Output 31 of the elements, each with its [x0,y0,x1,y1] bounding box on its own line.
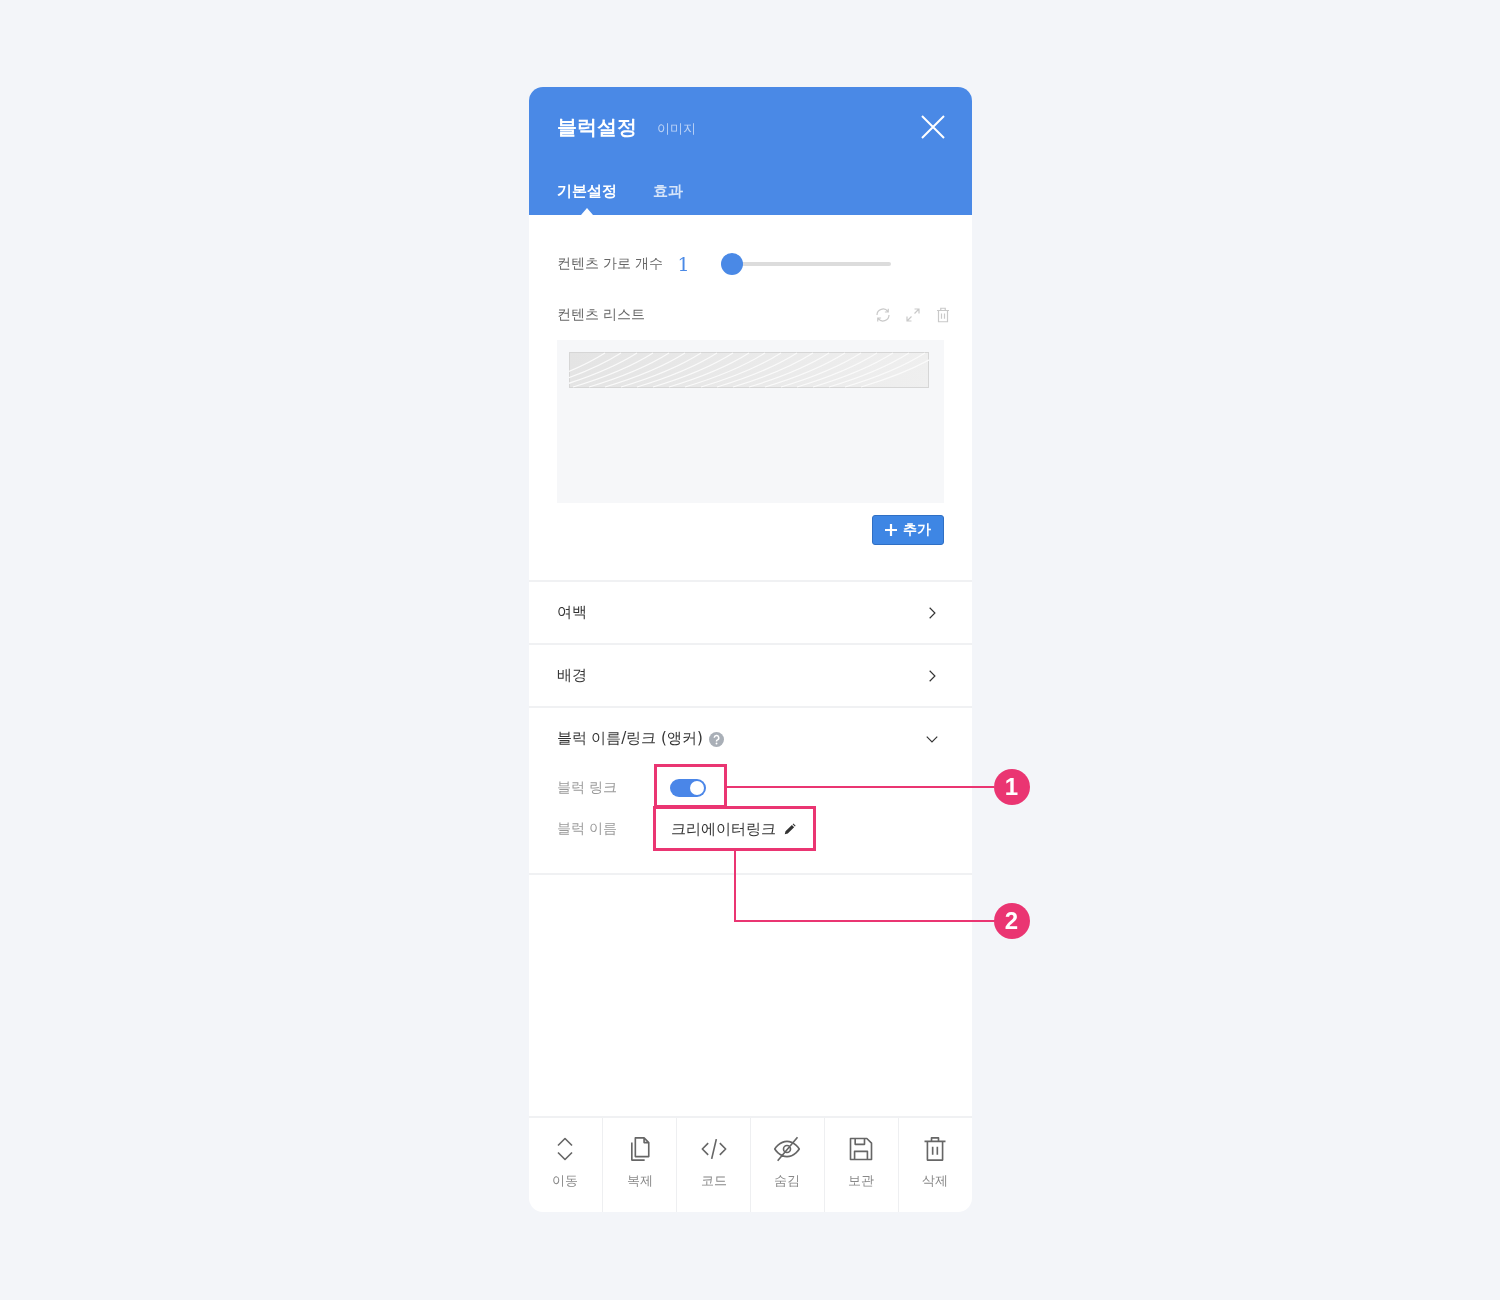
accordion-header[interactable]: 배경 [528,645,972,706]
accordion-header[interactable]: 여백 [528,582,972,643]
help-icon[interactable] [708,732,724,747]
slider-thumb[interactable] [720,253,743,275]
add-button[interactable]: 추가 [871,515,944,545]
panel-title: 블럭설정 [556,113,637,141]
plus-icon [884,524,897,536]
toolbar-button[interactable]: 삭제 [897,1118,972,1212]
accordion-header[interactable]: 블럭 이름/링크 (앵커) [528,708,972,769]
slider-track[interactable] [720,253,891,275]
toolbar-button[interactable]: 이동 [528,1118,603,1212]
close-icon [920,115,945,139]
list-label: 컨텐츠 리스트 [556,306,645,324]
toolbar-button[interactable]: 숨김 [750,1118,824,1212]
field-label: 블럭 링크 [556,779,618,797]
panel-subtitle: 이미지 [656,120,696,138]
field-label: 블럭 이름 [556,820,618,838]
callout-number: 1 [993,769,1030,805]
pencil-icon[interactable] [783,823,796,835]
callout-number: 2 [993,903,1030,939]
count-value: 1 [677,253,690,275]
setting-label: 컨텐츠 가로 개수 [556,255,664,273]
toggle-switch[interactable] [669,779,706,797]
name-value: 크리에이터링크 [670,819,776,839]
toolbar-button[interactable]: 복제 [602,1118,677,1212]
toolbar-button[interactable]: 코드 [676,1118,750,1212]
eye-slash-icon [773,1135,802,1163]
tab[interactable]: 기본설정 [556,167,617,215]
tab[interactable]: 효과 [652,167,683,215]
toolbar-button[interactable]: 보관 [823,1118,898,1212]
close-button[interactable] [920,115,945,139]
